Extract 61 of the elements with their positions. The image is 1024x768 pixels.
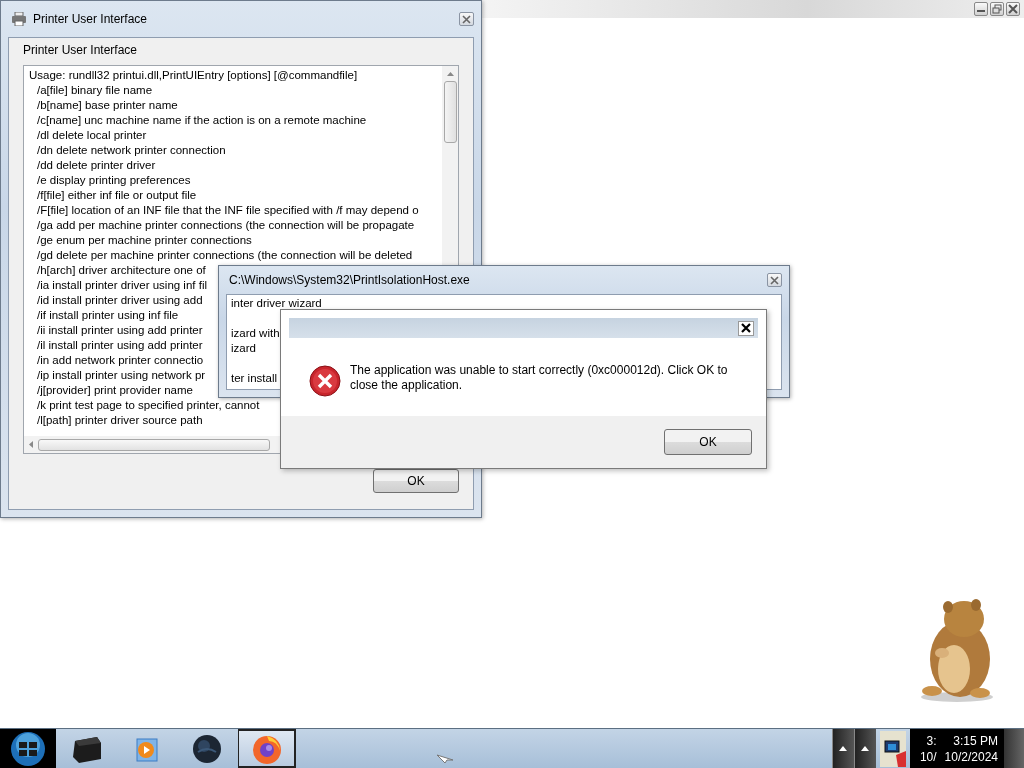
option-line: /dn delete network printer connection bbox=[37, 143, 226, 158]
option-line: /dl delete local printer bbox=[37, 128, 147, 143]
error-icon bbox=[309, 365, 341, 397]
taskbar-app-button[interactable] bbox=[238, 729, 296, 768]
option-line: /f[file] either inf file or output file bbox=[37, 188, 197, 203]
clock-date[interactable]: 10/2/2024 bbox=[944, 748, 998, 765]
window-title: C:\Windows\System32\PrintIsolationHost.exe bbox=[229, 273, 470, 287]
show-hidden-icons-button[interactable] bbox=[831, 729, 854, 768]
option-line: /b[name] base printer name bbox=[37, 98, 178, 113]
globe-icon bbox=[192, 733, 222, 764]
option-line: /il install printer using add printer bbox=[37, 338, 203, 353]
left-arrow-icon[interactable] bbox=[29, 441, 33, 448]
option-line: /l[path] printer driver source path bbox=[37, 413, 203, 428]
restore-icon bbox=[992, 4, 1002, 14]
option-line: /e display printing preferences bbox=[37, 173, 191, 188]
option-line: /if install printer using inf file bbox=[37, 308, 179, 323]
text-line: inter driver wizard bbox=[231, 296, 322, 311]
text-line: ter install bbox=[231, 371, 278, 386]
usage-line: Usage: rundll32 printui.dll,PrintUIEntry [options] [@commandfile] bbox=[29, 68, 358, 83]
start-button[interactable] bbox=[0, 729, 56, 768]
option-line: /F[file] location of an INF file that the INF file specified with /f may depend o bbox=[37, 203, 419, 218]
option-line: /ip install printer using network pr bbox=[37, 368, 206, 383]
ok-button[interactable]: OK bbox=[664, 429, 752, 455]
option-line: /ge enum per machine printer connections bbox=[37, 233, 252, 248]
option-line: /gd delete per machine printer connections (the connection will be deleted bbox=[37, 248, 413, 263]
option-line: /ii install printer using add printer bbox=[37, 323, 203, 338]
text-line: izard bbox=[231, 341, 256, 356]
error-message: The application was unable to start correctly (0xc000012d). Click OK to close the application. bbox=[350, 363, 729, 393]
text-line: izard with bbox=[231, 326, 280, 341]
minimize-button[interactable] bbox=[974, 2, 988, 16]
option-line: /a[file] binary file name bbox=[37, 83, 153, 98]
scroll-thumb[interactable] bbox=[443, 81, 457, 143]
option-line: /c[name] unc machine name if the action is on a remote machine bbox=[37, 113, 367, 128]
option-line: /h[arch] driver architecture one of bbox=[37, 263, 206, 278]
close-button[interactable] bbox=[1006, 2, 1020, 16]
option-line: /dd delete printer driver bbox=[37, 158, 156, 173]
option-line: /k print test page to specified printer, cannot bbox=[37, 398, 260, 413]
option-line: /j[provider] print provider name bbox=[37, 383, 193, 398]
up-arrow-icon bbox=[861, 746, 870, 751]
option-line: /ia install printer driver using inf fil bbox=[37, 278, 207, 293]
app-icon[interactable] bbox=[879, 730, 906, 767]
clock-time[interactable]: 3:15 PM bbox=[953, 732, 998, 749]
close-icon bbox=[1008, 4, 1018, 14]
option-line: /id install printer driver using add bbox=[37, 293, 203, 308]
option-line: /in add network printer connectio bbox=[37, 353, 204, 368]
printer-icon bbox=[11, 12, 27, 26]
up-arrow-icon[interactable] bbox=[446, 72, 454, 76]
show-hidden-icons-button[interactable] bbox=[853, 729, 876, 768]
play-icon bbox=[134, 735, 160, 762]
scroll-thumb[interactable] bbox=[38, 438, 270, 451]
dialog-heading: Printer User Interface bbox=[23, 42, 138, 59]
up-arrow-icon bbox=[839, 746, 848, 751]
clock-time: 3: bbox=[926, 732, 937, 749]
window-title: Printer User Interface bbox=[33, 12, 148, 26]
printer-icon bbox=[71, 734, 103, 763]
restore-button[interactable] bbox=[990, 2, 1004, 16]
mouse-cursor-icon bbox=[436, 754, 454, 764]
option-line: /ga add per machine printer connections (the connection will be propagate bbox=[37, 218, 415, 233]
clock-date: 10/ bbox=[919, 748, 937, 765]
ok-button[interactable]: OK bbox=[373, 469, 459, 493]
close-button[interactable] bbox=[738, 320, 754, 336]
